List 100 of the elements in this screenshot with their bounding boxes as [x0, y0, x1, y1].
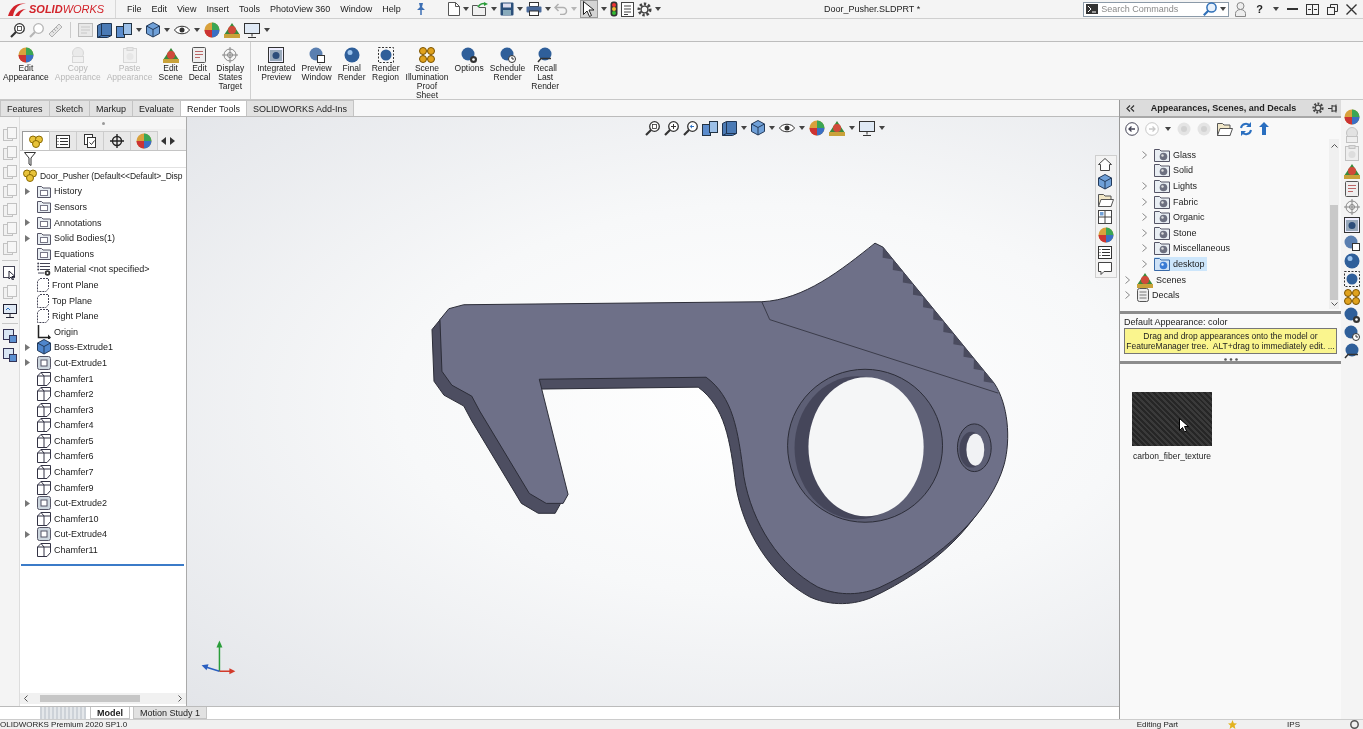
menu-item[interactable]: View	[172, 1, 202, 17]
command-tab[interactable]: Markup	[89, 100, 134, 116]
scroll-left-icon[interactable]	[161, 136, 166, 145]
grip-icon[interactable]	[101, 121, 105, 125]
tree-item[interactable]: Origin	[37, 324, 80, 339]
expand-arrow-icon[interactable]	[25, 219, 30, 227]
filter-icon[interactable]	[24, 152, 36, 166]
tree-item[interactable]: Material <not specified>	[37, 262, 152, 277]
caret-icon[interactable]	[769, 126, 775, 130]
expand-arrow-icon[interactable]	[25, 187, 30, 195]
scrollbar-thumb[interactable]	[40, 695, 140, 702]
home-icon[interactable]	[1098, 158, 1112, 171]
sphere-gear-icon[interactable]	[1344, 307, 1360, 323]
up-arrow-icon[interactable]	[1259, 122, 1269, 135]
panel-tab[interactable]	[49, 131, 77, 150]
monitor-icon[interactable]	[244, 22, 260, 38]
magnifier-icon[interactable]	[664, 120, 679, 136]
color-ball-icon[interactable]	[1098, 227, 1114, 243]
menu-item[interactable]: Help	[377, 1, 406, 17]
landscape-icon[interactable]	[829, 120, 845, 136]
sphere-clock-icon[interactable]	[1344, 325, 1360, 341]
window-sphere-icon[interactable]	[1344, 217, 1360, 233]
tree-item[interactable]: Decals	[1137, 288, 1182, 303]
caret-icon[interactable]	[741, 126, 747, 130]
pin-icon[interactable]	[415, 3, 426, 15]
ribbon-button[interactable]: Edit Scene	[155, 47, 186, 91]
scroll-right-icon[interactable]	[170, 136, 175, 145]
tree-item[interactable]: Miscellaneous	[1154, 241, 1233, 256]
rollback-bar[interactable]	[21, 563, 184, 566]
menu-item[interactable]: Edit	[146, 1, 173, 17]
menu-item[interactable]: Window	[335, 1, 378, 17]
caret-icon[interactable]	[879, 126, 885, 130]
refresh-icon[interactable]	[1239, 121, 1253, 136]
magnifier-icon[interactable]	[10, 22, 25, 38]
expand-arrow-icon[interactable]	[25, 343, 30, 351]
magnifier-icon[interactable]	[683, 120, 698, 136]
dashed-frame-icon[interactable]	[1344, 271, 1360, 287]
list-sheet-icon[interactable]	[620, 1, 634, 17]
panel-tab[interactable]	[76, 131, 104, 150]
caret-icon[interactable]	[1273, 7, 1279, 11]
tree-item[interactable]: Right Plane	[37, 309, 101, 324]
grid-icon[interactable]	[1098, 210, 1112, 224]
tree-item[interactable]: Chamfer5	[37, 433, 96, 448]
ribbon-button[interactable]: Final Render	[334, 47, 369, 100]
expand-arrow-icon[interactable]	[25, 234, 30, 242]
tree-item[interactable]: Top Plane	[37, 293, 95, 308]
pin-icon[interactable]	[1328, 103, 1338, 113]
tree-item[interactable]: Solid	[1154, 163, 1195, 178]
caret-icon[interactable]	[164, 28, 170, 32]
tree-item[interactable]: Chamfer2	[37, 387, 96, 402]
help-button[interactable]: ?	[1254, 3, 1265, 15]
stacked-views-icon[interactable]	[722, 120, 737, 136]
select-tool-button[interactable]	[579, 0, 598, 18]
user-icon[interactable]	[1235, 1, 1247, 17]
grip-icon[interactable]	[1223, 358, 1238, 361]
caret-icon[interactable]	[1165, 126, 1171, 131]
collapse-icon[interactable]	[1126, 104, 1135, 112]
color-ball-icon[interactable]	[204, 22, 220, 38]
monitor-icon[interactable]	[2, 304, 17, 318]
command-tab[interactable]: Features	[0, 100, 50, 116]
expand-arrow-icon[interactable]	[25, 499, 30, 507]
units-text[interactable]: IPS	[1287, 720, 1300, 729]
caret-icon[interactable]	[264, 28, 270, 32]
close-icon[interactable]	[1346, 3, 1357, 15]
tree-item[interactable]: Chamfer4	[37, 418, 96, 433]
tree-item[interactable]: desktop	[1154, 256, 1207, 271]
command-tab[interactable]: SOLIDWORKS Add-Ins	[245, 100, 354, 116]
tree-item[interactable]: Stone	[1154, 225, 1199, 240]
settings-icon[interactable]	[1312, 102, 1324, 114]
caret-icon[interactable]	[654, 7, 661, 11]
menu-item[interactable]: PhotoView 360	[264, 1, 336, 17]
tree-item[interactable]: Fabric	[1154, 194, 1200, 209]
model-tab[interactable]: Motion Study 1	[133, 707, 208, 719]
section-view-icon[interactable]	[116, 22, 132, 38]
folder-arrow-icon[interactable]	[471, 2, 488, 16]
tree-item[interactable]: Chamfer11	[37, 543, 100, 558]
traffic-light-icon[interactable]	[609, 1, 618, 17]
ribbon-button[interactable]: Edit Appearance	[0, 47, 52, 91]
tree-item[interactable]: Front Plane	[37, 277, 101, 292]
monitor-icon[interactable]	[859, 120, 875, 136]
stacked-views-icon[interactable]	[97, 22, 112, 38]
tree-item[interactable]: Chamfer10	[37, 511, 101, 526]
folder-icon[interactable]	[1217, 121, 1233, 136]
tree-item[interactable]: Chamfer9	[37, 480, 96, 495]
tree-item[interactable]: Lights	[1154, 179, 1200, 193]
caret-icon[interactable]	[1220, 7, 1227, 11]
color-ball-icon[interactable]	[809, 120, 825, 136]
restore-icon[interactable]	[1327, 3, 1338, 15]
command-tab[interactable]: Sketch	[48, 100, 91, 116]
section-view-icon[interactable]	[702, 120, 718, 136]
cube-icon[interactable]	[751, 120, 765, 136]
tree-item[interactable]: Chamfer1	[37, 371, 96, 386]
ribbon-button[interactable]: Schedule Render	[486, 47, 529, 100]
tree-root-item[interactable]: Door_Pusher (Default<<Default>_Disp	[20, 168, 186, 184]
caret-icon[interactable]	[849, 126, 855, 130]
tree-item[interactable]: Scenes	[1137, 271, 1189, 288]
caret-icon[interactable]	[462, 7, 469, 11]
pointer-box-icon[interactable]	[2, 266, 17, 280]
command-tab[interactable]: Render Tools	[180, 100, 247, 116]
eye-icon[interactable]	[174, 25, 190, 35]
